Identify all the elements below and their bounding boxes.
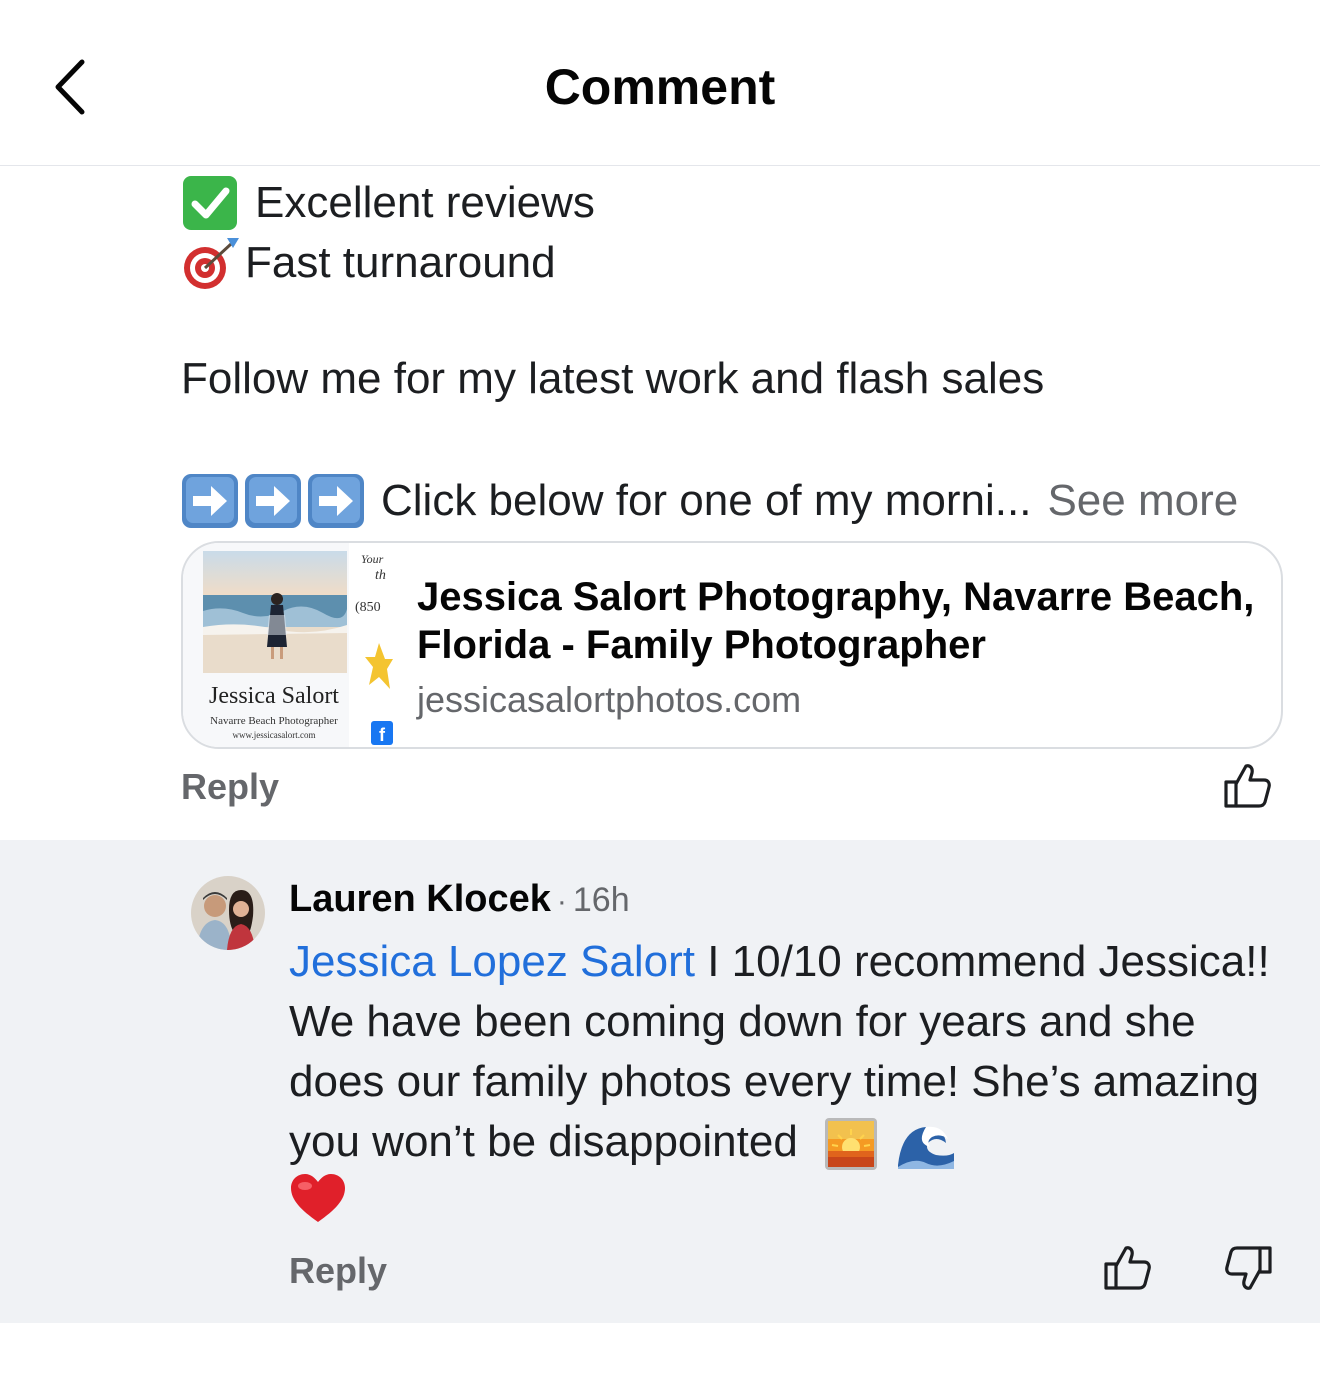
beach-photo-image: [203, 551, 347, 673]
post-line-follow: Follow me for my latest work and flash s…: [181, 354, 1045, 403]
post-line-text: Click below for one of my morni...: [381, 476, 1032, 525]
link-title: Jessica Salort Photography, Navarre Beac…: [417, 575, 1255, 667]
thumbnail-subtitle: Navarre Beach Photographer: [210, 715, 338, 727]
flyer-side-graphic: f Your th (850: [349, 543, 393, 747]
right-arrow-icon: [181, 472, 367, 530]
comment-author[interactable]: Lauren Klocek: [289, 878, 551, 920]
link-thumbnail: Jessica Salort Navarre Beach Photographe…: [183, 543, 393, 747]
like-button[interactable]: [1102, 1244, 1154, 1292]
reply-button[interactable]: Reply: [289, 1250, 387, 1292]
water-wave-icon: [898, 1127, 955, 1170]
sunrise-icon: [825, 1118, 878, 1171]
flyer-side-text: Your: [361, 552, 384, 566]
link-preview-card[interactable]: Jessica Salort Navarre Beach Photographe…: [181, 541, 1283, 749]
thumbs-up-icon: [1224, 764, 1271, 808]
comment-thread-reply: Lauren Klocek · 16h Jessica Lopez Salort I…: [0, 840, 1320, 1323]
link-domain: jessicasalortphotos.com: [417, 679, 802, 720]
flyer-side-text: th: [375, 568, 386, 583]
like-button[interactable]: [1222, 762, 1274, 810]
user-avatar-image: [191, 876, 265, 950]
separator-dot: ·: [556, 885, 567, 918]
thumbnail-url: www.jessicasalort.com: [232, 730, 316, 740]
reply-button[interactable]: Reply: [181, 766, 279, 808]
top-bar: Comment: [0, 0, 1320, 166]
thumbs-up-icon: [1104, 1246, 1151, 1290]
post-line-click-below: Click below for one of my morni... See m…: [181, 472, 1238, 530]
direct-hit-icon: [181, 234, 241, 292]
post-line-turnaround: Fast turnaround: [181, 234, 556, 292]
thumbs-down-icon: [1225, 1246, 1272, 1290]
svg-text:f: f: [379, 725, 386, 745]
check-mark-button-icon: [181, 174, 239, 232]
page-title: Comment: [544, 59, 776, 115]
flyer-side-text: (850: [355, 600, 381, 615]
see-more-link[interactable]: See more: [1047, 476, 1238, 526]
post-body: Excellent reviews Fast turnaround Follow…: [0, 166, 1320, 840]
red-heart-icon: [291, 1174, 345, 1222]
dislike-button[interactable]: [1222, 1244, 1274, 1292]
post-line-text: Excellent reviews: [255, 178, 595, 227]
post-line-text: Fast turnaround: [245, 238, 556, 287]
thumbnail-name: Jessica Salort: [209, 683, 339, 709]
comment-body: Jessica Lopez Salort I 10/10 recommend J…: [289, 932, 1289, 1172]
comment-time: 16h: [572, 881, 630, 919]
post-line-reviews: Excellent reviews: [181, 174, 595, 232]
mention-link[interactable]: Jessica Lopez Salort: [289, 937, 695, 986]
avatar[interactable]: [191, 876, 265, 950]
comment-header: Lauren Klocek · 16h: [289, 878, 630, 921]
